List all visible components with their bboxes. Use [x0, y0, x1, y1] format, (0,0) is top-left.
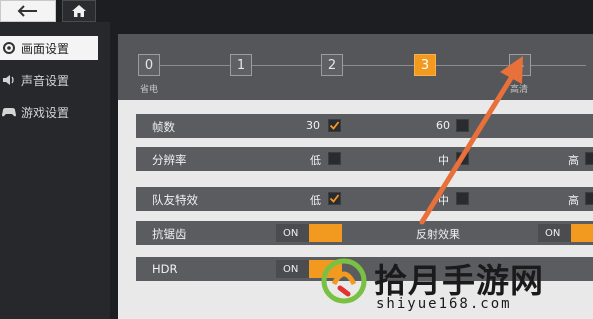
setting-label: 分辨率 [152, 153, 187, 167]
teammate-low-checkbox[interactable] [328, 192, 341, 205]
quality-caption-high: 高清 [510, 85, 529, 95]
settings-sidebar: 画面设置 声音设置 游戏设置 [0, 22, 110, 319]
toggle-state-label: ON [276, 260, 309, 278]
check-icon [329, 194, 340, 203]
quality-level-0[interactable]: 0 [138, 54, 160, 76]
quality-level-2[interactable]: 2 [321, 54, 343, 76]
setting-row-teammate-effects: 队友特效 低 中 高 [136, 187, 593, 211]
check-icon [329, 121, 340, 130]
quality-caption-low: 省电 [140, 85, 159, 95]
sidebar-item-label: 游戏设置 [21, 105, 70, 120]
fps-option-30-label: 30 [306, 119, 320, 132]
setting-row-resolution: 分辨率 低 中 高 [136, 147, 593, 171]
sidebar-item-label: 声音设置 [21, 73, 70, 88]
teammate-mid-checkbox[interactable] [456, 192, 469, 205]
reflection-label: 反射效果 [416, 228, 460, 241]
quality-level-3[interactable]: 3 [414, 54, 436, 76]
watermark-logo [321, 258, 367, 304]
setting-row-fps: 帧数 30 60 [136, 114, 593, 138]
setting-label: 抗锯齿 [152, 227, 187, 241]
home-icon [71, 4, 87, 18]
setting-label: 帧数 [152, 120, 175, 134]
fps-30-checkbox[interactable] [328, 119, 341, 132]
setting-label: HDR [152, 262, 178, 276]
watermark-url: shiyue168.com [376, 296, 512, 312]
resolution-mid-checkbox[interactable] [456, 152, 469, 165]
watermark-title: 拾月手游网 [374, 261, 544, 300]
reflection-toggle[interactable]: ON [538, 224, 593, 242]
display-icon [0, 39, 18, 57]
toggle-state-label: ON [538, 224, 571, 242]
sidebar-item-label: 画面设置 [21, 41, 70, 56]
resolution-mid-label: 中 [438, 154, 449, 167]
speaker-icon [0, 71, 18, 89]
setting-row-antialias: 抗锯齿 ON 反射效果 ON [136, 221, 593, 245]
teammate-mid-label: 中 [438, 194, 449, 207]
toggle-fill [571, 224, 593, 242]
toggle-fill [309, 224, 342, 242]
sidebar-item-display[interactable]: 画面设置 [0, 36, 98, 60]
quality-preset-bar: 0 1 2 3 4 省电 高清 [118, 34, 593, 100]
resolution-high-checkbox[interactable] [585, 152, 593, 165]
resolution-high-label: 高 [568, 154, 579, 167]
sidebar-item-game[interactable]: 游戏设置 [0, 100, 98, 124]
teammate-high-label: 高 [568, 194, 579, 207]
teammate-high-checkbox[interactable] [585, 192, 593, 205]
teammate-low-label: 低 [310, 194, 321, 207]
fps-option-60-label: 60 [436, 119, 450, 132]
antialias-toggle[interactable]: ON [276, 224, 342, 242]
quality-level-1[interactable]: 1 [230, 54, 252, 76]
back-button[interactable] [0, 0, 56, 22]
setting-label: 队友特效 [152, 193, 198, 207]
resolution-low-label: 低 [310, 154, 321, 167]
home-button[interactable] [62, 0, 96, 22]
toggle-state-label: ON [276, 224, 309, 242]
gamepad-icon [0, 103, 18, 121]
sidebar-item-sound[interactable]: 声音设置 [0, 68, 98, 92]
quality-level-4[interactable]: 4 [509, 54, 531, 76]
fps-60-checkbox[interactable] [456, 119, 469, 132]
back-arrow-icon [16, 4, 40, 18]
resolution-low-checkbox[interactable] [328, 152, 341, 165]
